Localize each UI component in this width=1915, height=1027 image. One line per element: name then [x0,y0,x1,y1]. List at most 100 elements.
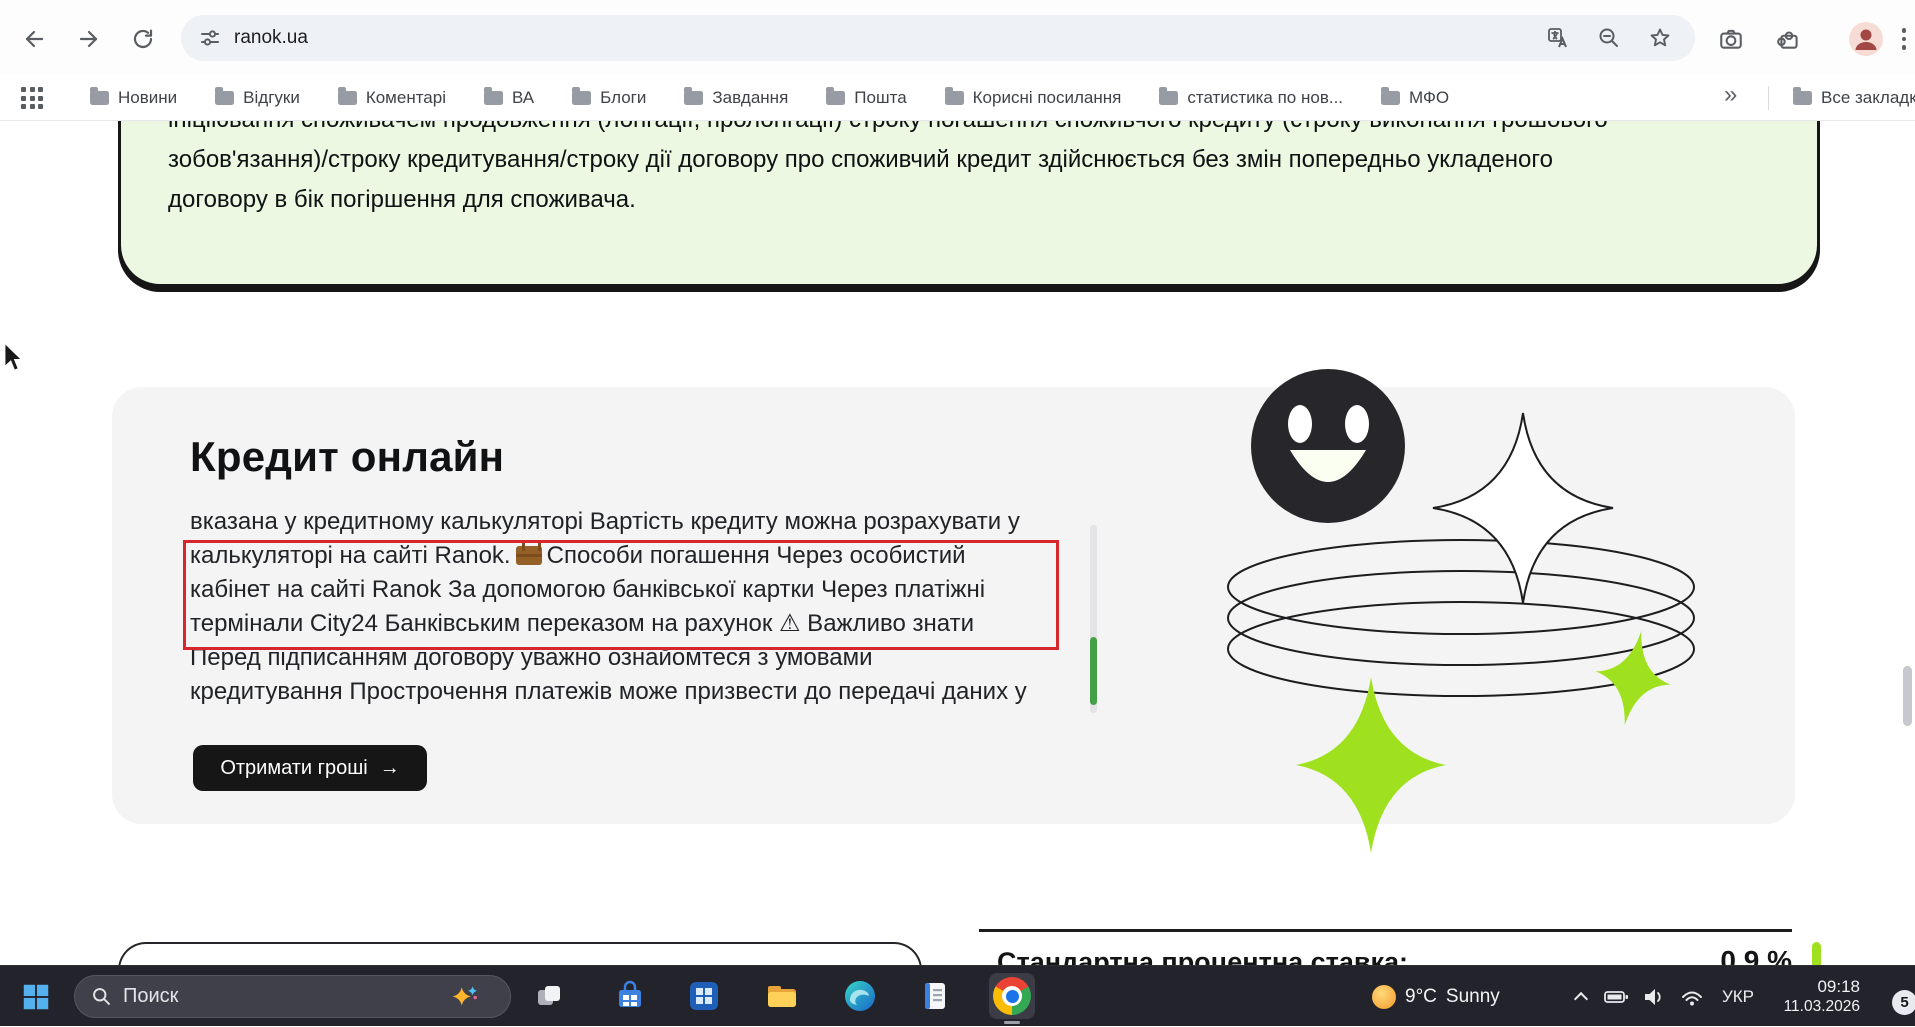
file-explorer-icon[interactable] [759,973,805,1019]
translate-icon[interactable] [1541,21,1575,55]
search-placeholder: Поиск [123,985,179,1007]
folder-icon [826,87,846,105]
bookmark-label: МФО [1409,87,1450,107]
weather-temp: 9°C [1405,985,1437,1007]
bookmark-folder[interactable]: Завдання [684,87,789,108]
bookmarks-divider [1768,86,1769,110]
notice-line: зобов'язання)/строку кредитування/строку… [168,146,1553,173]
bookmark-label: Завдання [712,87,789,107]
folder-icon [337,87,357,105]
sun-icon [1372,984,1396,1009]
bookmark-folder[interactable]: Відгуки [215,87,300,108]
bookmark-folder[interactable]: Коментарі [337,87,446,108]
legal-notice-text: ініціювання споживачем продовження (лонг… [168,121,1608,220]
lower-card [118,942,922,965]
bookmark-folder[interactable]: ВА [484,87,535,108]
folder-icon [1381,87,1401,105]
taskbar-clock[interactable]: 09:18 11.03.2026 [1760,976,1860,1016]
chrome-browser-icon[interactable] [993,977,1031,1015]
network-wifi-icon[interactable] [1678,983,1706,1011]
clock-time: 09:18 [1817,977,1860,996]
bookmark-folder[interactable]: Новини [90,87,178,108]
folder-icon [90,87,109,105]
language-indicator[interactable]: УКР [1718,966,1758,1027]
extensions-icon[interactable] [1769,19,1809,59]
forward-icon[interactable] [69,19,109,59]
active-app-indicator [1004,1021,1020,1024]
bookmark-star-icon[interactable] [1643,21,1677,55]
bookmark-folder[interactable]: Пошта [826,87,907,108]
folder-icon [572,87,592,105]
browser-scrollbar-thumb[interactable] [1903,666,1912,726]
volume-icon[interactable] [1640,983,1668,1011]
all-bookmarks-button[interactable]: Все закладки [1793,75,1915,120]
bookmark-label: Відгуки [243,87,300,107]
weather-widget[interactable]: 9°C Sunny [1372,966,1500,1027]
bookmarks-overflow-chevron[interactable]: » [1724,81,1737,109]
bookmark-label: Новини [118,87,178,107]
taskbar-search[interactable]: Поиск [74,975,511,1018]
browser-menu-icon[interactable] [1884,19,1915,59]
bookmark-label: Корисні посилання [972,87,1122,107]
bookmark-label: Блоги [600,87,647,107]
apps-grid-icon[interactable] [18,84,46,112]
profile-avatar[interactable] [1846,19,1886,59]
folder-icon [215,87,235,105]
folder-icon [684,87,704,105]
zoom-icon[interactable] [1592,21,1626,55]
hero-illustration [1227,369,1695,853]
bookmark-label: Пошта [854,87,907,107]
reload-icon[interactable] [123,19,163,59]
search-highlights-icon [452,985,478,1006]
battery-icon[interactable] [1602,983,1630,1011]
search-icon [93,988,110,1005]
bookmark-label: ВА [512,87,535,107]
start-button[interactable] [15,976,57,1018]
smiley-eye [1345,405,1369,443]
bookmark-folder[interactable]: Корисні посилання [944,87,1122,108]
weather-condition: Sunny [1445,985,1500,1007]
text-scrollbar-thumb[interactable] [1090,637,1097,705]
tray-overflow-chevron-icon[interactable] [1568,984,1594,1010]
notification-count-badge[interactable]: 5 [1892,990,1915,1015]
windows-logo-icon [23,984,49,1010]
blue-tile-app-icon[interactable] [681,973,727,1019]
bookmarks-bar: Новини Відгуки Коментарі ВА Блоги Завдан… [0,75,1915,121]
edge-browser-icon[interactable] [837,973,883,1019]
folder-icon [484,87,503,105]
store-app-icon[interactable] [607,973,653,1019]
text-scrollbar-track[interactable] [1090,525,1097,713]
folder-icon [944,87,964,105]
bookmark-folder[interactable]: статистика по нов... [1159,87,1344,108]
bookmark-label: Коментарі [365,87,446,107]
clock-date: 11.03.2026 [1783,998,1860,1015]
bookmark-label: статистика по нов... [1187,87,1344,107]
bookmark-folder[interactable]: Блоги [572,87,647,108]
green-star-large [1296,677,1446,853]
rate-value: 0.9 % [1720,945,1792,965]
all-bookmarks-label: Все закладки [1821,87,1915,107]
arrow-right-icon: → [379,756,400,779]
highlight-rectangle [183,540,1059,650]
ring-shape [1227,570,1695,666]
hero-text-line: кредитування Прострочення платежів може … [190,678,1027,705]
url-text: ranok.ua [234,27,308,48]
page-content: ініціювання споживачем продовження (лонг… [0,121,1915,965]
windows-taskbar: Поиск 9°C Sunny УКР 09:18 11.03.2026 5 [0,965,1915,1026]
bookmark-folder[interactable]: МФО [1381,87,1450,108]
white-sparkle-shape [1432,412,1614,604]
task-view-icon[interactable] [527,974,571,1018]
page-title: Кредит онлайн [190,433,505,480]
lime-scroll-indicator [1812,942,1821,965]
address-bar[interactable]: ranok.ua [181,15,1695,61]
back-icon[interactable] [14,19,54,59]
get-money-button[interactable]: Отримати гроші → [193,745,427,791]
notice-line: договору в бік погіршення для споживача. [168,186,636,213]
browser-toolbar: ranok.ua [0,0,1915,75]
notepad-app-icon[interactable] [912,973,958,1019]
notice-line: ініціювання споживачем продовження (лонг… [168,121,1608,140]
rate-divider [979,929,1792,932]
hero-text-line: вказана у кредитному калькуляторі Вартіс… [190,511,1020,535]
site-info-icon[interactable] [199,27,221,49]
camera-icon[interactable] [1711,19,1751,59]
